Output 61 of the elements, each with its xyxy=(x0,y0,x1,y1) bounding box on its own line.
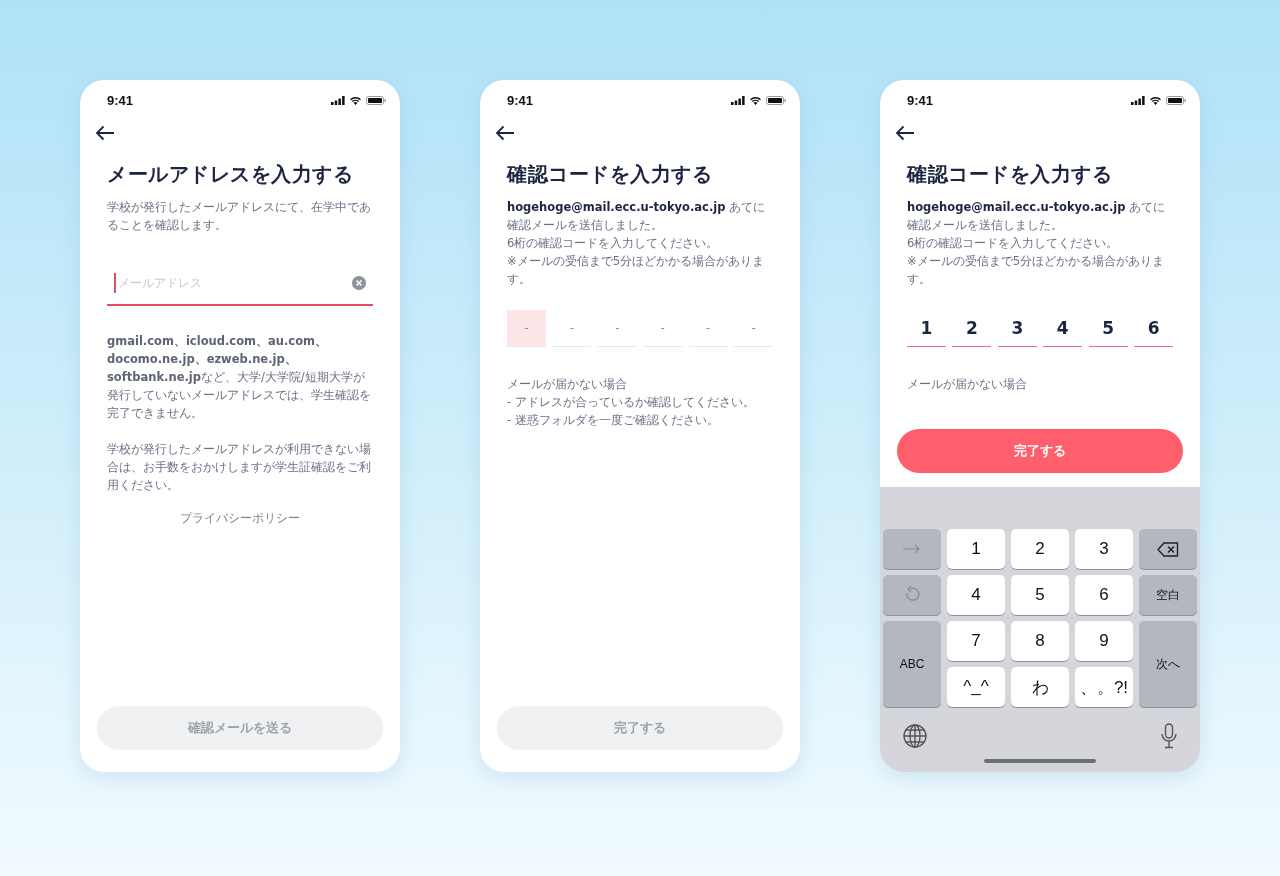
screen-title: 確認コードを入力する xyxy=(507,161,713,188)
code-digit-field[interactable]: 3 xyxy=(997,310,1037,347)
description-text: 学校が発行したメールアドレスにて、在学中であることを確認します。 xyxy=(107,199,372,234)
right-arrow-icon xyxy=(903,544,921,554)
keyboard-key[interactable]: 空白 xyxy=(1139,575,1197,615)
battery-icon xyxy=(1166,95,1186,105)
back-arrow-icon[interactable] xyxy=(895,125,915,141)
description-text: ※メールの受信まで5分ほどかかる場合があります。 xyxy=(907,253,1165,288)
clear-icon[interactable] xyxy=(352,276,366,290)
status-time: 9:41 xyxy=(507,92,534,108)
code-digit-field[interactable]: 1 xyxy=(907,310,946,347)
keyboard-key[interactable]: 1 xyxy=(947,529,1005,569)
note-text: gmail.com、icloud.com、au.com、docomo.ne.jp、ezweb.ne.jp、softbank.ne.jpなど、大学/大学院/短期大学が発行していないメールアドレスでは、学生確認を完了できません。 xyxy=(107,333,372,422)
signal-icon xyxy=(1131,95,1145,105)
globe-icon[interactable] xyxy=(903,724,927,748)
keyboard-key[interactable]: ^_^ xyxy=(947,667,1005,707)
help-text: - アドレスが合っているか確認してください。 xyxy=(507,394,756,411)
status-time: 9:41 xyxy=(107,92,134,108)
undo-icon xyxy=(904,586,920,604)
keyboard-key[interactable]: 8 xyxy=(1011,621,1069,661)
battery-icon xyxy=(766,95,786,105)
description-text: hogehoge@mail.ecc.u-tokyo.ac.jp あてに確認メールを送信しました。 xyxy=(907,199,1167,234)
note-text: 学校が発行したメールアドレスが利用できない場合は、お手数をおかけしますが学生証確認をご利用ください。 xyxy=(107,441,372,494)
keyboard-key[interactable]: ABC xyxy=(883,621,941,707)
keyboard-key[interactable]: 7 xyxy=(947,621,1005,661)
keyboard-key[interactable]: 、。?! xyxy=(1075,667,1133,707)
description-text: 6桁の確認コードを入力してください。 xyxy=(507,235,720,252)
keyboard-key[interactable]: 5 xyxy=(1011,575,1069,615)
description-text: 6桁の確認コードを入力してください。 xyxy=(907,235,1120,252)
code-digit-field[interactable]: 5 xyxy=(1088,310,1128,347)
keyboard-key[interactable]: 2 xyxy=(1011,529,1069,569)
keyboard-key[interactable]: 9 xyxy=(1075,621,1133,661)
signal-icon xyxy=(331,95,345,105)
keyboard-key[interactable]: わ xyxy=(1011,667,1069,707)
signal-icon xyxy=(731,95,745,105)
battery-icon xyxy=(366,95,386,105)
delete-key[interactable] xyxy=(1139,529,1197,569)
screen-title: メールアドレスを入力する xyxy=(107,161,354,188)
keyboard-key[interactable]: 次へ xyxy=(1139,621,1197,707)
description-text: ※メールの受信まで5分ほどかかる場合があります。 xyxy=(507,253,765,288)
back-arrow-icon[interactable] xyxy=(495,125,515,141)
keyboard-key[interactable]: 6 xyxy=(1075,575,1133,615)
description-text: hogehoge@mail.ecc.u-tokyo.ac.jp あてに確認メールを送信しました。 xyxy=(507,199,767,234)
screen-title: 確認コードを入力する xyxy=(907,161,1113,188)
back-arrow-icon[interactable] xyxy=(95,125,115,141)
next-field-key[interactable] xyxy=(883,529,941,569)
help-text: - 迷惑フォルダを一度ご確認ください。 xyxy=(507,412,720,429)
wifi-icon xyxy=(749,95,762,105)
privacy-policy-link[interactable]: プライバシーポリシー xyxy=(107,510,373,527)
help-text: メールが届かない場合 xyxy=(907,376,1028,393)
microphone-icon[interactable] xyxy=(1161,723,1177,749)
code-digit-field[interactable]: 2 xyxy=(952,310,992,347)
wifi-icon xyxy=(349,95,362,105)
code-digit-field[interactable]: 4 xyxy=(1043,310,1083,347)
wifi-icon xyxy=(1149,95,1162,105)
keyboard-key[interactable]: 4 xyxy=(947,575,1005,615)
help-text: メールが届かない場合 xyxy=(507,376,628,393)
backspace-icon xyxy=(1157,541,1179,557)
keyboard-key[interactable]: 3 xyxy=(1075,529,1133,569)
code-digit-field[interactable]: 6 xyxy=(1134,310,1174,347)
status-time: 9:41 xyxy=(907,92,934,108)
